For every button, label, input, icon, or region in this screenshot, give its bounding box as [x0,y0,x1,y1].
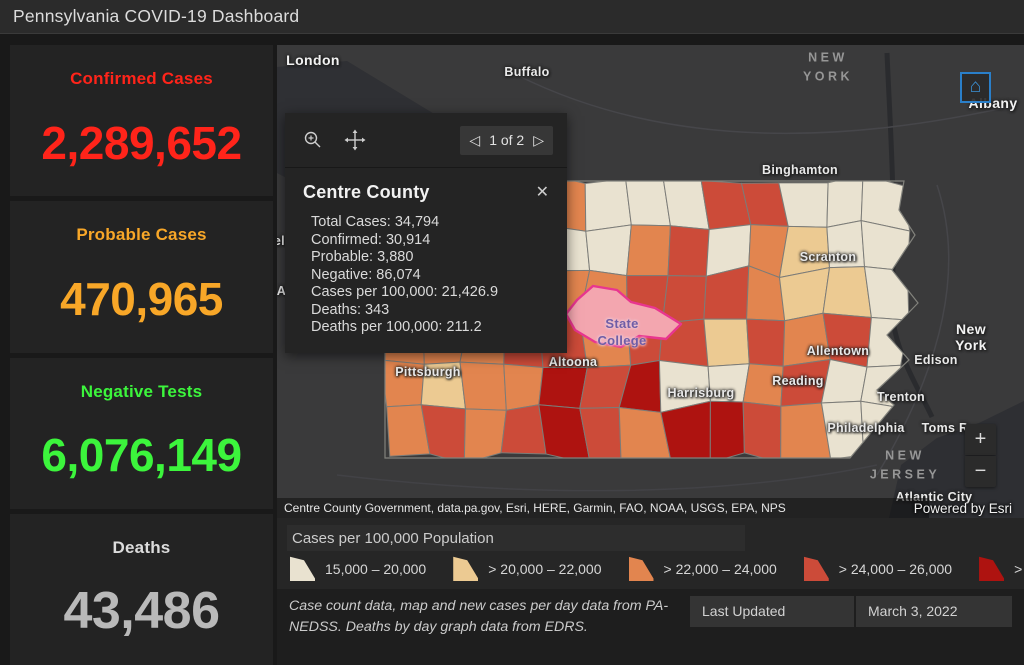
county-shape[interactable] [626,179,671,226]
deaths-card: Deaths 43,486 [10,514,273,665]
popup-stat-line: Probable: 3,880 [311,249,551,267]
pager-next-button[interactable]: ▷ [533,133,544,147]
deaths-value: 43,486 [63,558,219,665]
probable-cases-card: Probable Cases 470,965 [10,201,273,352]
popup-toolbar: ◁ 1 of 2 ▷ [285,113,567,168]
legend-swatch-icon [629,556,654,581]
minus-icon: − [975,460,987,483]
pager-prev-button[interactable]: ◁ [469,133,480,147]
confirmed-cases-label: Confirmed Cases [70,69,213,89]
home-icon: ⌂ [970,77,981,96]
county-shape[interactable] [780,268,830,321]
popup-stat-line: Deaths per 100,000: 211.2 [311,319,551,337]
confirmed-cases-value: 2,289,652 [41,89,241,196]
county-shape[interactable] [504,364,543,410]
legend-range-label: > 20,000 – 22,000 [488,561,601,577]
pan-to-feature-button[interactable] [341,126,369,154]
data-source-note: Case count data, map and new cases per d… [289,596,717,639]
zoom-out-button[interactable]: − [965,456,996,487]
last-updated-value: March 3, 2022 [856,596,1012,627]
county-shape[interactable] [743,364,783,406]
zoom-to-feature-button[interactable] [299,126,327,154]
popup-stat-lines: Total Cases: 34,794Confirmed: 30,914Prob… [303,214,551,337]
close-icon[interactable]: ✕ [534,182,551,202]
pager-text: 1 of 2 [489,132,524,148]
legend-swatch-icon [804,556,829,581]
popup-stat-line: Confirmed: 30,914 [311,232,551,250]
negative-tests-label: Negative Tests [81,382,203,402]
stats-sidebar: Confirmed Cases 2,289,652 Probable Cases… [10,45,273,665]
legend-item: 15,000 – 20,000 [290,556,426,581]
county-shape[interactable] [585,179,631,232]
deaths-label: Deaths [113,538,171,558]
popup-pager: ◁ 1 of 2 ▷ [460,126,553,155]
county-shape[interactable] [708,364,749,402]
county-shape[interactable] [827,175,863,228]
last-updated-widget: Last Updated March 3, 2022 [690,596,1012,627]
popup-stat-line: Total Cases: 34,794 [311,214,551,232]
map-attribution-bar: Centre County Government, data.pa.gov, E… [277,498,929,518]
negative-tests-card: Negative Tests 6,076,149 [10,358,273,509]
county-shape[interactable] [783,313,830,366]
confirmed-cases-card: Confirmed Cases 2,289,652 [10,45,273,196]
county-shape[interactable] [710,401,744,462]
attribution-text: Centre County Government, data.pa.gov, E… [277,501,786,515]
bottom-panel: Case count data, map and new cases per d… [277,589,1024,665]
popup-stat-line: Deaths: 343 [311,302,551,320]
dashboard: Pennsylvania COVID-19 Dashboard Confirme… [0,0,1024,665]
app-header: Pennsylvania COVID-19 Dashboard [0,0,1024,34]
legend-swatch-icon [979,556,1004,581]
powered-by-esri: Powered by Esri [914,501,1012,516]
popup-title: Centre County [303,182,430,203]
legend-title-row: Cases per 100,000 Population [287,525,745,551]
county-shape[interactable] [827,221,865,268]
move-arrows-icon [344,129,366,151]
legend-item: > 20,000 – 22,000 [453,556,601,581]
legend-swatch-icon [290,556,315,581]
zoom-in-button[interactable]: + [965,424,996,455]
county-shape[interactable] [586,225,632,276]
county-shape[interactable] [704,319,749,366]
popup-stat-line: Negative: 86,074 [311,267,551,285]
county-shape[interactable] [823,313,871,367]
legend-item: > 22,000 – 24,000 [629,556,777,581]
probable-cases-value: 470,965 [60,245,223,352]
county-shape[interactable] [627,225,671,276]
legend-title: Cases per 100,000 Population [287,530,494,547]
legend-item: > 26,000 – 35,000 [979,556,1024,581]
plus-icon: + [975,428,987,451]
legend-range-label: > 26,000 – 35,000 [1014,561,1024,577]
legend-range-label: 15,000 – 20,000 [325,561,426,577]
legend-range-label: > 22,000 – 24,000 [664,561,777,577]
last-updated-label: Last Updated [690,596,854,627]
county-shape[interactable] [743,402,781,463]
county-shape[interactable] [539,368,588,409]
home-button[interactable]: ⌂ [960,72,991,103]
legend-items: 15,000 – 20,000 > 20,000 – 22,000 > 22,000… [290,556,1024,581]
page-title: Pennsylvania COVID-19 Dashboard [0,6,299,27]
county-shape[interactable] [421,362,465,409]
popup-body: Centre County ✕ Total Cases: 34,794Confi… [285,168,567,353]
legend-range-label: > 24,000 – 26,000 [839,561,952,577]
county-shape[interactable] [460,362,506,410]
county-shape[interactable] [501,405,546,454]
magnifier-plus-icon [303,130,323,150]
county-shape[interactable] [381,360,425,407]
county-shape[interactable] [823,267,871,318]
county-shape[interactable] [668,226,709,277]
negative-tests-value: 6,076,149 [41,402,241,509]
popup-stat-line: Cases per 100,000: 21,426.9 [311,284,551,302]
county-shape[interactable] [747,319,785,366]
legend-item: > 24,000 – 26,000 [804,556,952,581]
county-popup: ◁ 1 of 2 ▷ Centre County ✕ Total Cases: … [285,113,567,353]
map-widget[interactable]: LondonBuffaloNEW YORKAlbanyBinghamtonScr… [277,45,1024,518]
legend-swatch-icon [453,556,478,581]
probable-cases-label: Probable Cases [76,225,206,245]
legend-panel: Cases per 100,000 Population 15,000 – 20… [277,518,1024,589]
